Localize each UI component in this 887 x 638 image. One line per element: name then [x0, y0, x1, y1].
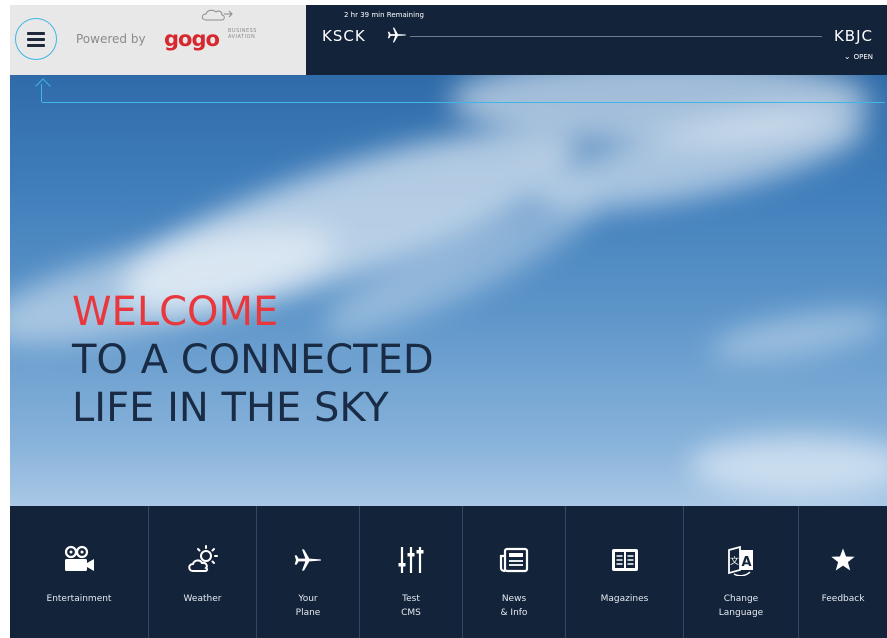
top-bar: Powered by gogo BUSINESS AVIATION 2 hr 3…: [10, 5, 887, 75]
menu-button[interactable]: [15, 18, 57, 60]
welcome-line-3: LIFE IN THE SKY: [72, 385, 389, 431]
nav-item-news-info[interactable]: News & Info: [463, 506, 566, 638]
nav-item-label: Your Plane: [295, 594, 321, 618]
nav-item-magazines[interactable]: Magazines: [566, 506, 684, 638]
hamburger-menu-icon: [27, 32, 45, 47]
nav-item-test-cms[interactable]: Test CMS: [360, 506, 463, 638]
translate-icon: A 文: [728, 545, 753, 576]
sliders-icon: [398, 547, 424, 573]
powered-by-label: Powered by: [76, 32, 146, 46]
nav-item-label: Entertainment: [46, 594, 112, 604]
bottom-navigation: Entertainment Weather Your Plane Test CM…: [10, 506, 887, 638]
welcome-heading: WELCOME TO A CONNECTED LIFE IN THE SKY: [72, 288, 434, 432]
origin-airport: KSCK: [322, 27, 366, 45]
nav-item-label: Weather: [183, 594, 222, 604]
menu-hint-line: [42, 102, 885, 103]
brand-panel: Powered by gogo BUSINESS AVIATION: [10, 5, 306, 75]
flight-status-bar: 2 hr 39 min Remaining KSCK KBJC ⌄ OPEN: [306, 5, 887, 75]
newspaper-icon: [499, 547, 529, 573]
menu-hint-line: [41, 84, 42, 102]
film-camera-icon: [64, 545, 94, 571]
nav-item-change-language[interactable]: A 文 Change Language: [684, 506, 799, 638]
star-icon: [831, 548, 855, 571]
svg-text:文: 文: [730, 555, 739, 567]
chevron-down-icon: ⌄: [843, 52, 851, 61]
nav-item-label: Feedback: [821, 594, 865, 604]
brand-subtitle: BUSINESS AVIATION: [228, 28, 257, 40]
welcome-line-1: WELCOME: [72, 289, 279, 335]
nav-item-label: News & Info: [500, 594, 528, 618]
destination-airport: KBJC: [833, 27, 873, 45]
brand-name: gogo: [164, 27, 220, 51]
nav-item-label: Magazines: [600, 594, 649, 604]
nav-item-label: Change Language: [718, 594, 764, 618]
nav-item-feedback[interactable]: Feedback: [799, 506, 887, 638]
gogo-logo: gogo BUSINESS AVIATION: [164, 9, 264, 55]
open-flight-details-button[interactable]: ⌄ OPEN: [844, 52, 873, 61]
nav-item-your-plane[interactable]: Your Plane: [257, 506, 360, 638]
cloud-plane-icon: [201, 9, 233, 21]
nav-item-label: Test CMS: [401, 594, 421, 618]
svg-text:A: A: [741, 555, 751, 570]
welcome-line-2: TO A CONNECTED: [72, 337, 434, 383]
time-remaining: 2 hr 39 min Remaining: [344, 11, 424, 19]
nav-item-entertainment[interactable]: Entertainment: [10, 506, 149, 638]
airplane-icon: [387, 27, 406, 43]
route-progress-line: [410, 36, 822, 37]
sun-cloud-icon: [187, 545, 218, 572]
nav-item-weather[interactable]: Weather: [149, 506, 257, 638]
airplane-icon: [294, 549, 321, 571]
magazine-icon: [611, 549, 638, 571]
